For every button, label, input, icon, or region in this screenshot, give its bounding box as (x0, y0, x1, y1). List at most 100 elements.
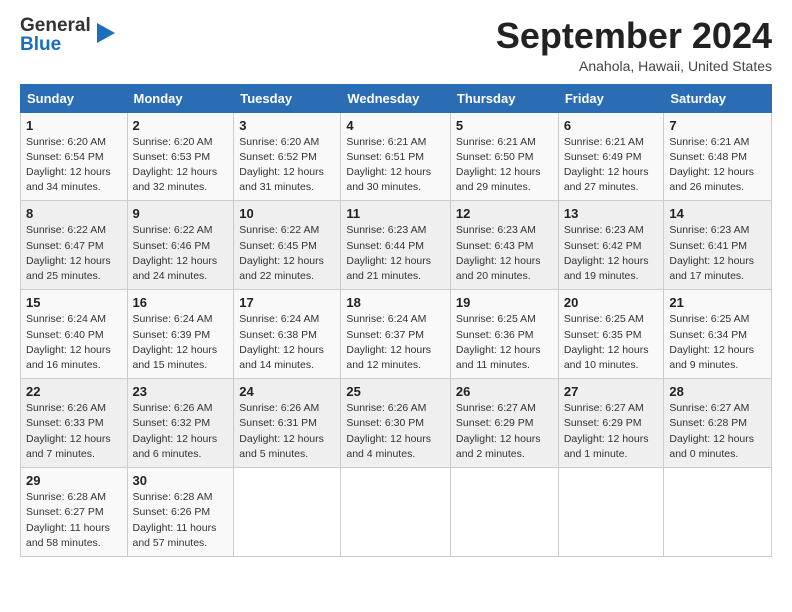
sunset-label: Sunset: 6:39 PM (133, 329, 211, 341)
col-saturday: Saturday (664, 84, 772, 112)
logo-blue: Blue (20, 35, 91, 54)
day-number: 1 (26, 118, 122, 133)
day-cell-25: 25 Sunrise: 6:26 AM Sunset: 6:30 PM Dayl… (341, 379, 451, 468)
sunrise-label: Sunrise: 6:24 AM (346, 313, 426, 325)
sunset-label: Sunset: 6:35 PM (564, 329, 642, 341)
empty-cell (558, 468, 664, 557)
day-number: 6 (564, 118, 659, 133)
day-info: Sunrise: 6:28 AM Sunset: 6:27 PM Dayligh… (26, 490, 122, 551)
month-title: September 2024 (496, 16, 772, 56)
sunset-label: Sunset: 6:29 PM (456, 417, 534, 429)
day-info: Sunrise: 6:20 AM Sunset: 6:53 PM Dayligh… (133, 135, 229, 196)
sunrise-label: Sunrise: 6:26 AM (133, 402, 213, 414)
logo: General Blue (20, 16, 117, 54)
sunrise-label: Sunrise: 6:23 AM (346, 224, 426, 236)
day-number: 16 (133, 295, 229, 310)
sunrise-label: Sunrise: 6:21 AM (456, 136, 536, 148)
day-number: 11 (346, 206, 445, 221)
day-cell-10: 10 Sunrise: 6:22 AM Sunset: 6:45 PM Dayl… (234, 201, 341, 290)
day-cell-26: 26 Sunrise: 6:27 AM Sunset: 6:29 PM Dayl… (450, 379, 558, 468)
sunrise-label: Sunrise: 6:23 AM (669, 224, 749, 236)
daylight-label: Daylight: 12 hours and 15 minutes. (133, 344, 218, 371)
sunset-label: Sunset: 6:40 PM (26, 329, 104, 341)
day-number: 22 (26, 384, 122, 399)
sunrise-label: Sunrise: 6:28 AM (133, 491, 213, 503)
daylight-label: Daylight: 12 hours and 9 minutes. (669, 344, 754, 371)
sunrise-label: Sunrise: 6:26 AM (239, 402, 319, 414)
sunset-label: Sunset: 6:53 PM (133, 151, 211, 163)
day-info: Sunrise: 6:28 AM Sunset: 6:26 PM Dayligh… (133, 490, 229, 551)
sunset-label: Sunset: 6:42 PM (564, 240, 642, 252)
sunrise-label: Sunrise: 6:25 AM (669, 313, 749, 325)
day-cell-2: 2 Sunrise: 6:20 AM Sunset: 6:53 PM Dayli… (127, 112, 234, 201)
day-number: 10 (239, 206, 335, 221)
daylight-label: Daylight: 12 hours and 16 minutes. (26, 344, 111, 371)
day-number: 13 (564, 206, 659, 221)
sunset-label: Sunset: 6:51 PM (346, 151, 424, 163)
day-info: Sunrise: 6:22 AM Sunset: 6:47 PM Dayligh… (26, 223, 122, 284)
sunset-label: Sunset: 6:45 PM (239, 240, 317, 252)
day-info: Sunrise: 6:26 AM Sunset: 6:30 PM Dayligh… (346, 401, 445, 462)
day-info: Sunrise: 6:23 AM Sunset: 6:44 PM Dayligh… (346, 223, 445, 284)
day-info: Sunrise: 6:23 AM Sunset: 6:43 PM Dayligh… (456, 223, 553, 284)
daylight-label: Daylight: 12 hours and 2 minutes. (456, 433, 541, 460)
day-info: Sunrise: 6:24 AM Sunset: 6:40 PM Dayligh… (26, 312, 122, 373)
sunrise-label: Sunrise: 6:24 AM (239, 313, 319, 325)
sunset-label: Sunset: 6:41 PM (669, 240, 747, 252)
day-cell-5: 5 Sunrise: 6:21 AM Sunset: 6:50 PM Dayli… (450, 112, 558, 201)
daylight-label: Daylight: 12 hours and 7 minutes. (26, 433, 111, 460)
day-cell-11: 11 Sunrise: 6:23 AM Sunset: 6:44 PM Dayl… (341, 201, 451, 290)
location: Anahola, Hawaii, United States (496, 58, 772, 74)
sunset-label: Sunset: 6:30 PM (346, 417, 424, 429)
sunrise-label: Sunrise: 6:25 AM (456, 313, 536, 325)
daylight-label: Daylight: 12 hours and 11 minutes. (456, 344, 541, 371)
day-info: Sunrise: 6:27 AM Sunset: 6:29 PM Dayligh… (564, 401, 659, 462)
logo-icon (95, 19, 117, 47)
day-info: Sunrise: 6:21 AM Sunset: 6:48 PM Dayligh… (669, 135, 766, 196)
daylight-label: Daylight: 12 hours and 22 minutes. (239, 255, 324, 282)
day-cell-16: 16 Sunrise: 6:24 AM Sunset: 6:39 PM Dayl… (127, 290, 234, 379)
day-cell-1: 1 Sunrise: 6:20 AM Sunset: 6:54 PM Dayli… (21, 112, 128, 201)
day-cell-13: 13 Sunrise: 6:23 AM Sunset: 6:42 PM Dayl… (558, 201, 664, 290)
daylight-label: Daylight: 12 hours and 0 minutes. (669, 433, 754, 460)
col-monday: Monday (127, 84, 234, 112)
sunset-label: Sunset: 6:43 PM (456, 240, 534, 252)
sunset-label: Sunset: 6:32 PM (133, 417, 211, 429)
day-number: 27 (564, 384, 659, 399)
sunrise-label: Sunrise: 6:22 AM (26, 224, 106, 236)
day-number: 4 (346, 118, 445, 133)
day-cell-8: 8 Sunrise: 6:22 AM Sunset: 6:47 PM Dayli… (21, 201, 128, 290)
daylight-label: Daylight: 12 hours and 30 minutes. (346, 166, 431, 193)
daylight-label: Daylight: 11 hours and 57 minutes. (133, 522, 217, 549)
day-cell-18: 18 Sunrise: 6:24 AM Sunset: 6:37 PM Dayl… (341, 290, 451, 379)
sunrise-label: Sunrise: 6:27 AM (456, 402, 536, 414)
sunset-label: Sunset: 6:26 PM (133, 506, 211, 518)
day-number: 26 (456, 384, 553, 399)
sunset-label: Sunset: 6:52 PM (239, 151, 317, 163)
day-number: 17 (239, 295, 335, 310)
daylight-label: Daylight: 12 hours and 21 minutes. (346, 255, 431, 282)
day-cell-22: 22 Sunrise: 6:26 AM Sunset: 6:33 PM Dayl… (21, 379, 128, 468)
sunset-label: Sunset: 6:28 PM (669, 417, 747, 429)
day-info: Sunrise: 6:26 AM Sunset: 6:32 PM Dayligh… (133, 401, 229, 462)
sunrise-label: Sunrise: 6:23 AM (456, 224, 536, 236)
day-number: 21 (669, 295, 766, 310)
header: General Blue September 2024 Anahola, Haw… (20, 16, 772, 74)
calendar-week-1: 1 Sunrise: 6:20 AM Sunset: 6:54 PM Dayli… (21, 112, 772, 201)
col-sunday: Sunday (21, 84, 128, 112)
sunrise-label: Sunrise: 6:26 AM (346, 402, 426, 414)
daylight-label: Daylight: 12 hours and 19 minutes. (564, 255, 649, 282)
day-number: 29 (26, 473, 122, 488)
day-number: 9 (133, 206, 229, 221)
calendar-week-5: 29 Sunrise: 6:28 AM Sunset: 6:27 PM Dayl… (21, 468, 772, 557)
day-number: 24 (239, 384, 335, 399)
sunrise-label: Sunrise: 6:20 AM (239, 136, 319, 148)
daylight-label: Daylight: 12 hours and 32 minutes. (133, 166, 218, 193)
col-friday: Friday (558, 84, 664, 112)
day-info: Sunrise: 6:26 AM Sunset: 6:31 PM Dayligh… (239, 401, 335, 462)
sunset-label: Sunset: 6:38 PM (239, 329, 317, 341)
day-info: Sunrise: 6:24 AM Sunset: 6:38 PM Dayligh… (239, 312, 335, 373)
sunrise-label: Sunrise: 6:28 AM (26, 491, 106, 503)
day-cell-12: 12 Sunrise: 6:23 AM Sunset: 6:43 PM Dayl… (450, 201, 558, 290)
calendar-table: Sunday Monday Tuesday Wednesday Thursday… (20, 84, 772, 557)
